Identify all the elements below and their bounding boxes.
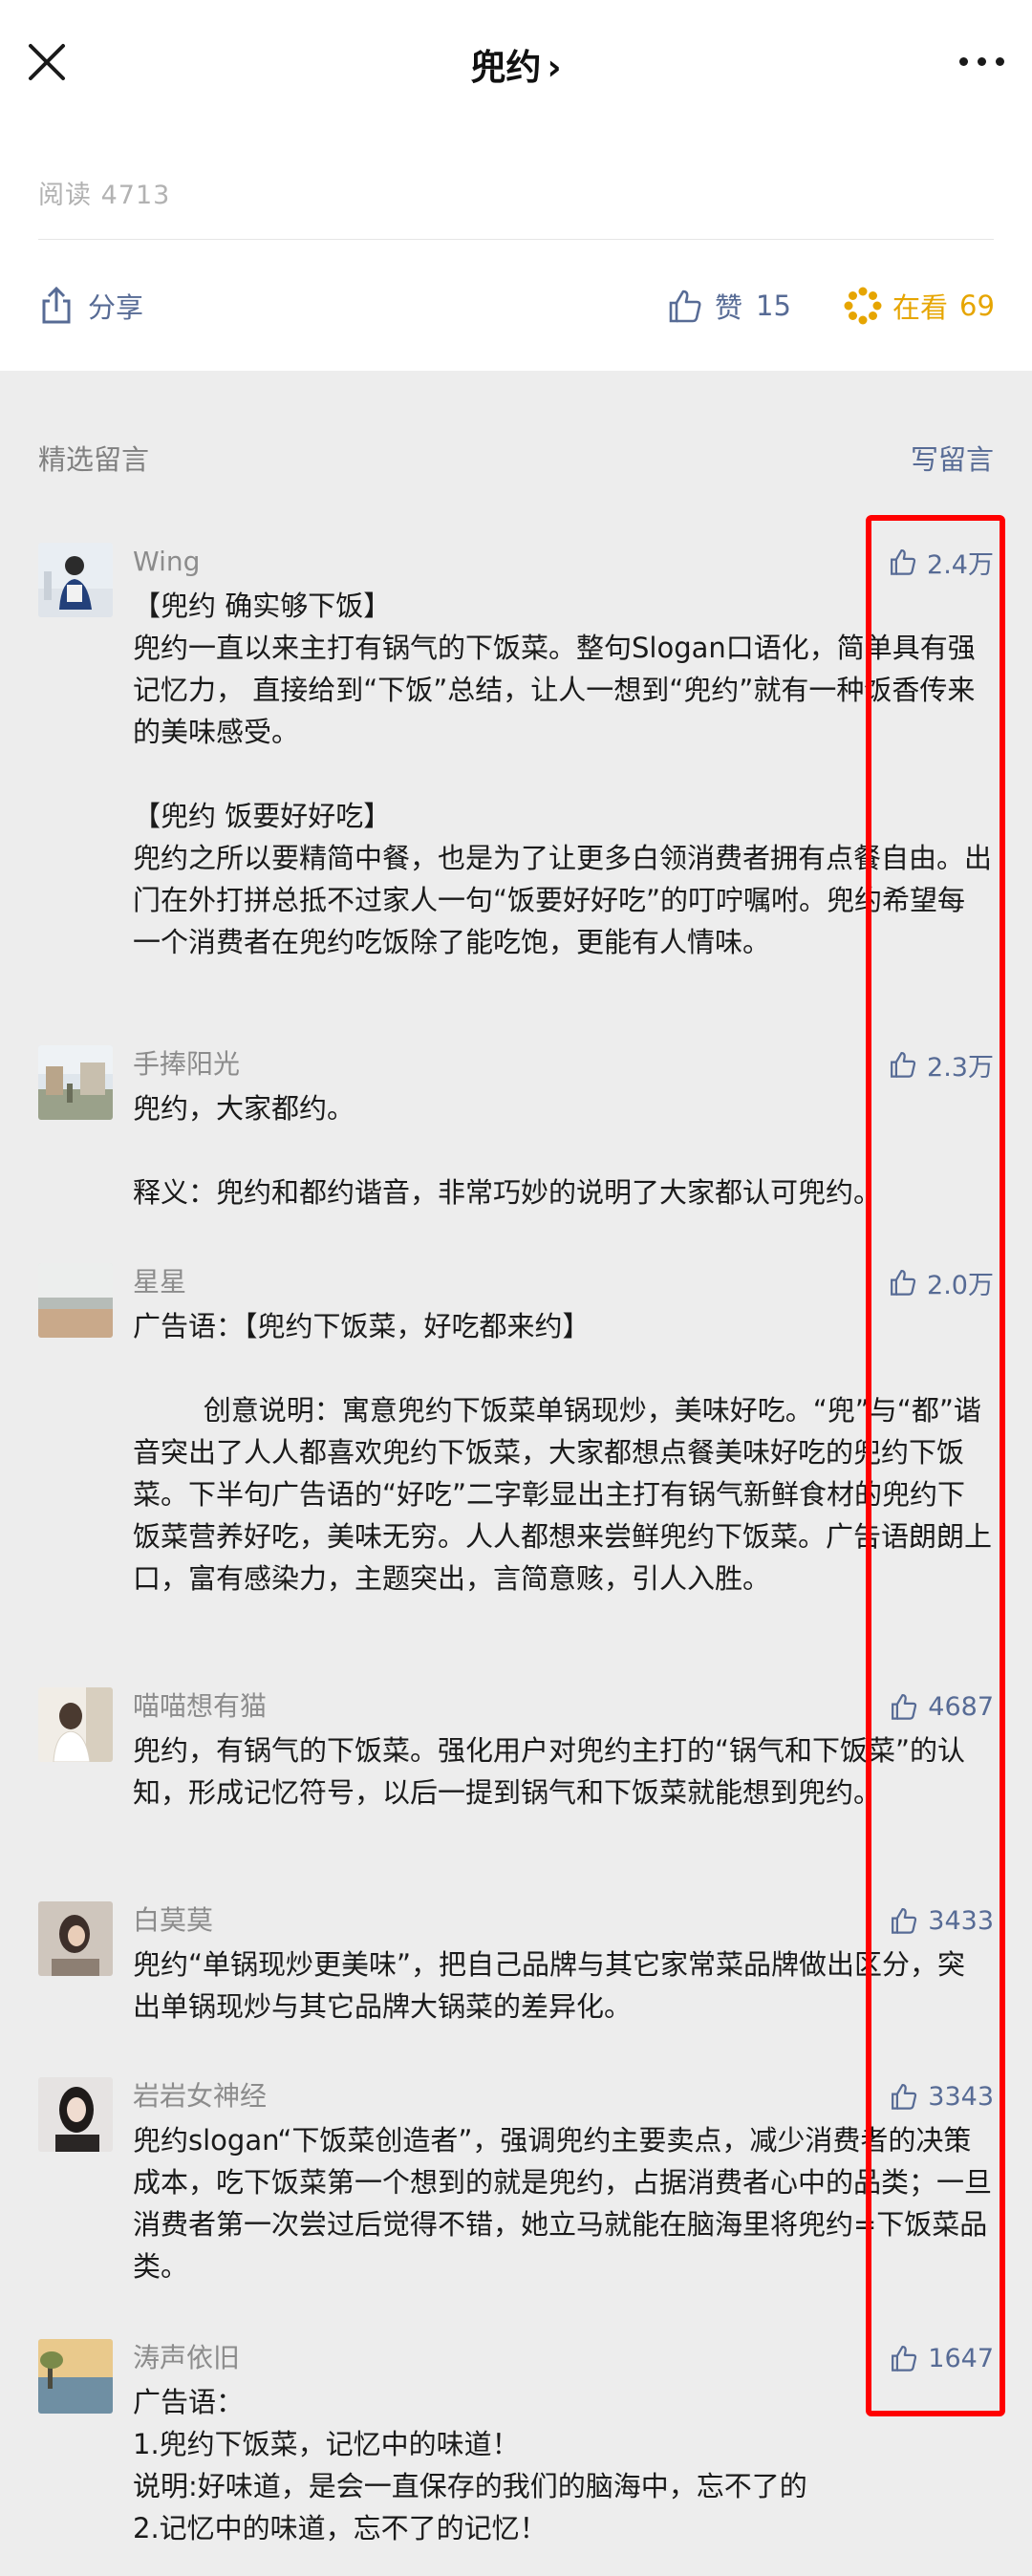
page-title[interactable]: 兜约 › [0, 38, 1032, 90]
comment-text: 广告语： 1.兜约下饭菜，记忆中的味道！ 说明:好味道，是会一直保存的我们的脑海… [133, 2386, 807, 2544]
avatar[interactable] [38, 2077, 113, 2152]
avatar[interactable] [38, 1687, 113, 1762]
avatar[interactable] [38, 1263, 113, 1338]
comment-nickname[interactable]: 岩岩女神经 [133, 2077, 267, 2115]
like-count-highlight-box [866, 515, 1005, 2416]
avatar[interactable] [38, 1901, 113, 1976]
read-count: 阅读 4713 [38, 174, 170, 211]
featured-comments-title: 精选留言 [38, 443, 150, 476]
chevron-right-icon: › [547, 47, 562, 88]
top-navigation-bar: 兜约 › [0, 0, 1032, 134]
comment-text: 【兜约 确实够下饭】 兜约一直以来主打有锅气的下饭菜。整句Slogan口语化，简… [133, 590, 993, 958]
comment-nickname[interactable]: 涛声依旧 [133, 2339, 240, 2377]
avatar[interactable] [38, 543, 113, 617]
like-button[interactable]: 赞 15 [667, 285, 791, 327]
comment-text: 兜约“单锅现炒更美味”，把自己品牌与其它家常菜品牌做出区分，突出单锅现炒与其它品… [133, 1948, 966, 2023]
comment-text: 兜约slogan“下饭菜创造者”，强调兜约主要卖点，减少消费者的决策成本，吃下饭… [133, 2124, 993, 2283]
comment-nickname[interactable]: 白莫莫 [133, 1901, 213, 1940]
comment-text: 兜约，有锅气的下饭菜。强化用户对兜约主打的“锅气和下饭菜”的认知，形成记忆符号，… [133, 1734, 966, 1809]
article-meta-panel: 阅读 4713 分享 赞 15 在看 69 [0, 134, 1032, 371]
divider [38, 239, 994, 240]
read-count-label: 阅读 [38, 181, 92, 210]
like-count: 15 [756, 290, 791, 322]
share-icon [42, 286, 71, 324]
avatar[interactable] [38, 1045, 113, 1120]
comment-nickname[interactable]: 喵喵想有猫 [133, 1687, 267, 1726]
thumbs-up-icon [669, 290, 701, 323]
share-label: 分享 [88, 291, 144, 324]
watching-icon [844, 287, 882, 325]
watching-label: 在看 [892, 291, 949, 324]
share-button[interactable]: 分享 [38, 285, 143, 327]
watching-count: 69 [959, 290, 995, 322]
comment-text: 兜约，大家都约。 释义：兜约和都约谐音，非常巧妙的说明了大家都认可兜约。 [133, 1092, 882, 1209]
watching-button[interactable]: 在看 69 [843, 285, 995, 327]
comment-nickname[interactable]: 手捧阳光 [133, 1045, 240, 1084]
comment-nickname[interactable]: 星星 [133, 1263, 186, 1301]
page-title-text: 兜约 [470, 47, 542, 88]
read-count-value: 4713 [100, 181, 171, 210]
comment-text: 广告语：【兜约下饭菜，好吃都来约】 创意说明：寓意兜约下饭菜单锅现炒，美味好吃。… [133, 1310, 993, 1595]
avatar[interactable] [38, 2339, 113, 2414]
like-label: 赞 [715, 291, 743, 324]
more-options-icon[interactable] [957, 50, 1007, 73]
write-comment-button[interactable]: 写留言 [911, 438, 994, 478]
comment-nickname[interactable]: Wing [133, 543, 200, 581]
